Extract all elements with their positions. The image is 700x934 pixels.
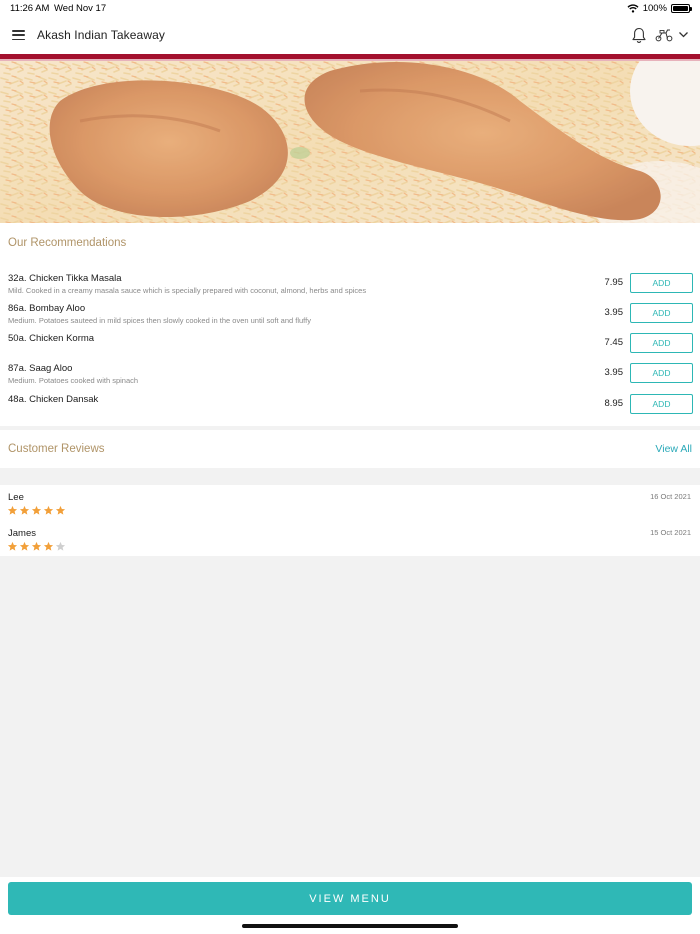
add-button[interactable]: ADD [630,303,693,323]
dish-price: 3.95 [604,367,624,378]
add-button[interactable]: ADD [630,363,693,383]
star-filled-icon [31,541,42,551]
list-item: 87a. Saag Aloo Medium. Potatoes cooked w… [0,363,700,393]
star-empty-icon [55,541,66,551]
list-item: 32a. Chicken Tikka Masala Mild. Cooked i… [0,273,700,303]
star-filled-icon [7,505,18,515]
bottom-bar: VIEW MENU [0,877,700,934]
reviews-list: Lee 16 Oct 2021 James 15 Oct 2021 [0,485,700,556]
add-button[interactable]: ADD [630,394,693,414]
dish-description: Medium. Potatoes cooked with spinach [8,376,139,385]
dish-name: 50a. Chicken Korma [8,333,95,344]
reviews-header: Customer Reviews View All [0,430,700,468]
review-date: 15 Oct 2021 [650,528,691,537]
dish-name: 87a. Saag Aloo [8,363,73,374]
review-item: Lee 16 Oct 2021 [0,492,700,524]
dish-price: 7.95 [604,277,624,288]
list-item: 86a. Bombay Aloo Medium. Potatoes sautee… [0,303,700,333]
brand-stripe [0,54,700,61]
status-time: 11:26 AM [10,3,50,14]
star-filled-icon [19,505,30,515]
home-indicator [242,924,458,928]
dish-description: Medium. Potatoes sauteed in mild spices … [8,316,311,325]
star-filled-icon [7,541,18,551]
battery-icon [671,4,692,13]
menu-icon[interactable] [12,30,25,41]
app-title: Akash Indian Takeaway [37,28,165,42]
view-menu-button[interactable]: VIEW MENU [8,882,692,915]
dish-price: 8.95 [604,398,624,409]
app-header: Akash Indian Takeaway [0,18,700,54]
star-filled-icon [31,505,42,515]
review-date: 16 Oct 2021 [650,492,691,501]
dish-price: 3.95 [604,307,624,318]
recommendations-section: Our Recommendations 32a. Chicken Tikka M… [0,223,700,426]
add-button[interactable]: ADD [630,273,693,293]
view-all-link[interactable]: View All [655,443,692,455]
star-filled-icon [19,541,30,551]
star-rating [7,541,66,552]
star-filled-icon [55,505,66,515]
dish-description: Mild. Cooked in a creamy masala sauce wh… [8,286,367,295]
add-button[interactable]: ADD [630,333,693,353]
hero-food-image [0,61,700,223]
reviewer-name: James [8,528,36,539]
bell-icon[interactable] [631,27,647,44]
list-item: 50a. Chicken Korma 7.45 ADD [0,333,700,363]
status-right: 100% [627,3,692,14]
wifi-icon [627,4,639,13]
recommendations-title: Our Recommendations [8,237,127,249]
star-filled-icon [43,541,54,551]
list-item: 48a. Chicken Dansak 8.95 ADD [0,394,700,424]
star-filled-icon [43,505,54,515]
dish-name: 32a. Chicken Tikka Masala [8,273,122,284]
status-date: Wed Nov 17 [54,3,107,14]
chevron-down-icon[interactable] [678,30,689,39]
scooter-icon[interactable] [655,28,673,42]
reviewer-name: Lee [8,492,24,503]
reviews-title: Customer Reviews [8,443,105,455]
dish-name: 48a. Chicken Dansak [8,394,99,405]
dish-name: 86a. Bombay Aloo [8,303,86,314]
review-item: James 15 Oct 2021 [0,528,700,560]
dish-price: 7.45 [604,337,624,348]
battery-percent: 100% [642,3,667,14]
star-rating [7,505,66,516]
status-bar: 11:26 AM Wed Nov 17 100% [0,0,700,18]
